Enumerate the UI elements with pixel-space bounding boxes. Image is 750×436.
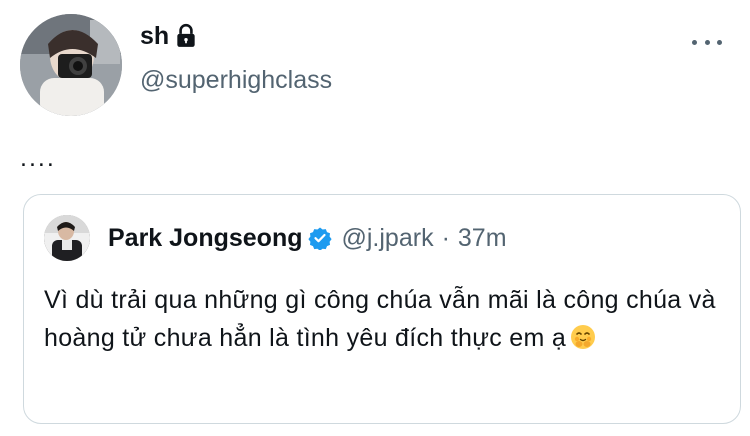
quoted-author-handle[interactable]: @j.jpark [342,221,434,255]
more-icon-dot [717,39,722,45]
quoted-author-name[interactable]: Park Jongseong [108,221,303,255]
more-options-button[interactable] [692,34,722,50]
quoted-tweet-header: Park Jongseong @j.jpark · 37m [108,221,507,255]
verified-badge-icon [307,226,332,250]
author-handle[interactable]: @superhighclass [140,64,332,96]
lock-icon [173,23,199,49]
quoted-tweet-time[interactable]: 37m [458,221,507,255]
hugging-face-emoji-icon [570,323,596,361]
tweet-text: .... [20,144,56,172]
author-display-name[interactable]: sh [140,20,199,52]
quoted-tweet-text: Vì dù trải qua những gì công chúa vẫn mã… [44,286,716,352]
more-icon-dot [704,39,710,45]
quoted-tweet-card[interactable]: Park Jongseong @j.jpark · 37m Vì dù trải… [23,194,741,424]
more-icon [692,39,697,45]
quoted-tweet-body: Vì dù trải qua những gì công chúa vẫn mã… [44,281,734,361]
header-separator: · [441,224,450,252]
quoted-author-avatar[interactable] [44,215,90,261]
author-name-text: sh [140,22,170,50]
author-avatar[interactable] [20,14,122,116]
